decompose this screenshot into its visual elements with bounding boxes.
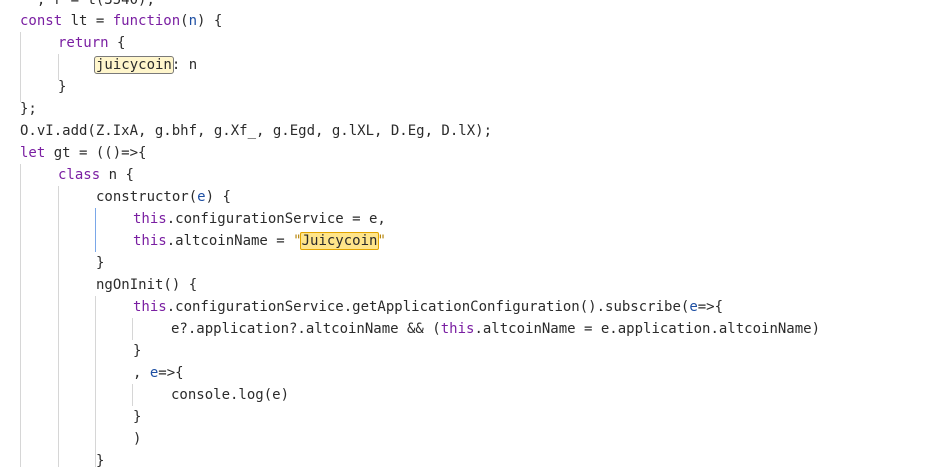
code-token: gt = (()=>{ — [45, 145, 147, 161]
code-token: .altcoinName = — [166, 233, 294, 249]
active-indent-guide — [95, 208, 96, 252]
code-line[interactable]: this.configurationService = e, — [133, 208, 386, 230]
code-token: } — [133, 343, 142, 359]
code-token: lt = — [62, 13, 113, 29]
code-token: = — [62, 0, 88, 8]
code-token: , — [20, 0, 54, 8]
code-token: e?.application?.altcoinName && ( — [171, 321, 441, 337]
indent-guide — [20, 32, 21, 102]
code-token: r — [53, 0, 63, 8]
code-token: } — [58, 79, 67, 95]
code-editor[interactable]: , r = t(3540); const lt = function(n) { … — [0, 0, 939, 467]
indent-guide — [132, 318, 133, 340]
code-line[interactable]: this.altcoinName = "Juicycoin" — [133, 230, 386, 252]
code-line[interactable]: constructor(e) { — [96, 186, 231, 208]
code-line[interactable]: class n { — [58, 164, 134, 186]
search-match: Juicycoin — [299, 232, 380, 250]
code-line[interactable]: , e=>{ — [133, 362, 184, 384]
code-token: }; — [20, 101, 37, 117]
code-token: { — [108, 35, 126, 51]
code-token: e — [197, 189, 206, 205]
code-token: console.log(e) — [171, 387, 290, 403]
indent-guide — [20, 164, 21, 467]
code-line[interactable]: ) — [133, 428, 141, 450]
indent-guide — [58, 186, 59, 467]
code-token: .altcoinName = e.application.altcoinName… — [474, 321, 821, 337]
code-token: t(3540); — [87, 0, 155, 8]
code-token: " — [377, 233, 386, 249]
code-token: ) { — [205, 189, 231, 205]
code-line[interactable]: } — [133, 406, 141, 428]
code-token: .configurationService.getApplicationConf… — [166, 299, 690, 315]
code-token: this — [440, 321, 475, 337]
code-line[interactable]: juicycoin: n — [94, 54, 198, 76]
indent-guide — [95, 296, 96, 467]
code-token: this — [133, 299, 167, 315]
code-token: let — [20, 145, 46, 161]
code-line[interactable]: } — [96, 450, 104, 467]
code-token: e — [689, 299, 698, 315]
code-token: ngOnInit() { — [96, 277, 198, 293]
code-line[interactable]: this.configurationService.getApplication… — [133, 296, 723, 318]
code-token: ) { — [197, 13, 223, 29]
code-token: function — [112, 13, 181, 29]
code-line[interactable]: } — [133, 340, 141, 362]
code-token: } — [96, 453, 105, 467]
code-token: =>{ — [697, 299, 724, 315]
code-line[interactable]: let gt = (()=>{ — [20, 142, 146, 164]
code-token: ( — [180, 13, 189, 29]
code-token: } — [133, 409, 142, 425]
code-token: : n — [171, 57, 198, 73]
code-line[interactable]: O.vI.add(Z.IxA, g.bhf, g.Xf_, g.Egd, g.l… — [20, 120, 492, 142]
code-token: constructor( — [96, 189, 198, 205]
code-line[interactable]: } — [58, 76, 66, 98]
code-token: ) — [133, 431, 142, 447]
code-token: n { — [100, 167, 134, 183]
code-token: class — [58, 167, 101, 183]
code-line[interactable]: }; — [20, 98, 37, 120]
code-line[interactable]: return { — [58, 32, 125, 54]
code-token: n — [188, 13, 198, 29]
code-token: this — [133, 233, 167, 249]
code-token: , — [133, 365, 150, 381]
code-line[interactable]: ngOnInit() { — [96, 274, 197, 296]
code-token: .configurationService = e, — [166, 211, 386, 227]
search-match: juicycoin — [94, 56, 174, 74]
code-token: =>{ — [158, 365, 184, 381]
code-line[interactable]: } — [96, 252, 104, 274]
code-token: } — [96, 255, 105, 271]
code-token: return — [58, 35, 109, 51]
code-token: O.vI.add(Z.IxA, g.bhf, g.Xf_, g.Egd, g.l… — [20, 123, 493, 139]
code-token: const — [20, 13, 63, 29]
code-token: this — [133, 211, 167, 227]
code-line[interactable]: console.log(e) — [171, 384, 289, 406]
code-line[interactable]: e?.application?.altcoinName && (this.alt… — [171, 318, 820, 340]
code-line[interactable]: const lt = function(n) { — [20, 10, 222, 32]
indent-guide — [132, 384, 133, 406]
